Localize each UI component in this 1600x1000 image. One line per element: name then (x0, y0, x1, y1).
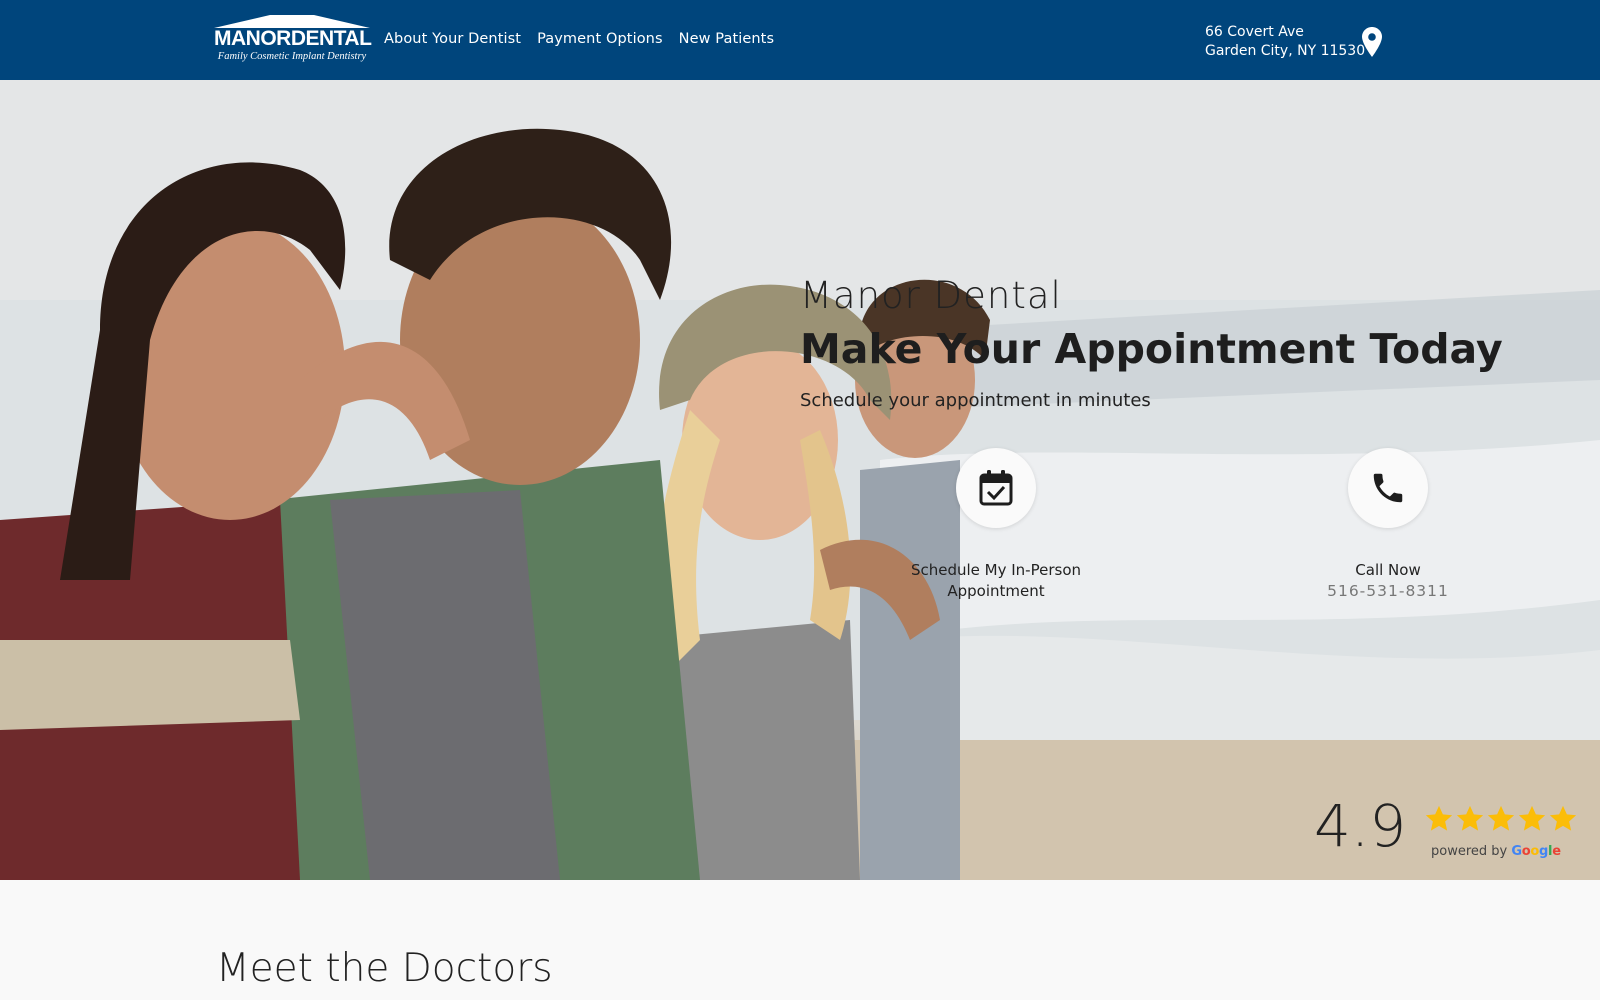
powered-by-text: powered by (1431, 844, 1508, 859)
phone-icon (1373, 473, 1403, 503)
call-icon-circle[interactable] (1348, 448, 1428, 528)
star-icon (1518, 805, 1546, 831)
star-icon (1487, 805, 1515, 831)
schedule-label-line-2: Appointment (947, 582, 1045, 600)
google-rating-badge[interactable]: 4.9 powered by Google (1314, 792, 1584, 862)
powered-by-google: powered by Google (1431, 844, 1561, 859)
rating-stars (1424, 804, 1578, 834)
call-now-label: Call Now (1355, 561, 1421, 579)
nav-payment-options[interactable]: Payment Options (537, 29, 663, 49)
call-label: Call Now 516-531-8311 (1278, 560, 1498, 602)
hero-section: Manor Dental Make Your Appointment Today… (0, 80, 1600, 880)
hero-title: Make Your Appointment Today (800, 325, 1503, 373)
nav-new-patients[interactable]: New Patients (679, 29, 774, 49)
star-icon (1456, 805, 1484, 831)
address-line-1: 66 Covert Ave (1205, 24, 1304, 40)
schedule-label-line-1: Schedule My In-Person (910, 561, 1082, 579)
meet-the-doctors-heading: Meet the Doctors (216, 946, 553, 991)
schedule-icon-circle[interactable] (956, 448, 1036, 528)
address-line-2: Garden City, NY 11530 (1205, 43, 1366, 59)
manor-dental-logo[interactable]: MANORDENTAL Family Cosmetic Implant Dent… (214, 14, 372, 66)
logo-roof-icon (214, 15, 370, 28)
rating-score: 4.9 (1314, 792, 1407, 860)
hero-subtitle: Schedule your appointment in minutes (800, 390, 1151, 411)
schedule-appointment-button[interactable]: Schedule My In-Person Appointment (886, 448, 1106, 602)
nav-about-your-dentist[interactable]: About Your Dentist (384, 29, 521, 49)
calendar-check-icon (979, 470, 1013, 506)
phone-number-link[interactable]: 516-531-8311 (1278, 581, 1498, 602)
map-pin-icon[interactable] (1362, 27, 1382, 57)
logo-tagline: Family Cosmetic Implant Dentistry (217, 51, 367, 62)
star-icon (1549, 805, 1577, 831)
star-icon (1425, 805, 1453, 831)
main-nav: About Your Dentist Payment Options New P… (384, 29, 774, 49)
site-header: MANORDENTAL Family Cosmetic Implant Dent… (0, 0, 1600, 80)
schedule-label: Schedule My In-Person Appointment (886, 560, 1106, 602)
google-wordmark: Google (1511, 844, 1561, 859)
hero-brand-name: Manor Dental (800, 274, 1062, 317)
logo-wordmark: MANORDENTAL (214, 27, 372, 50)
call-now-button[interactable]: Call Now 516-531-8311 (1278, 448, 1498, 602)
office-address[interactable]: 66 Covert Ave Garden City, NY 11530 (1205, 23, 1365, 61)
